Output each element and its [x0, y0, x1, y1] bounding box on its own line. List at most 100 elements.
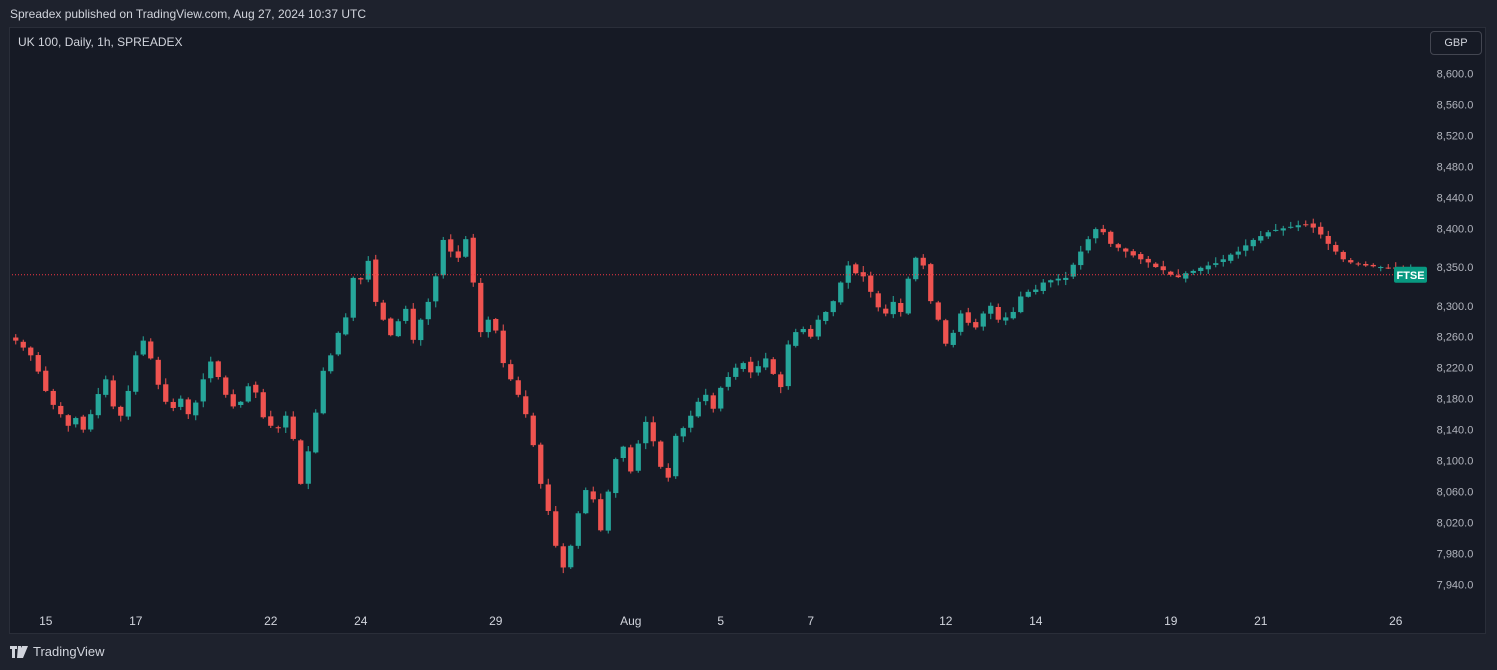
- candle-body: [1265, 232, 1271, 237]
- candle-body: [703, 394, 709, 402]
- candle-body: [920, 257, 926, 266]
- candle-body: [583, 490, 589, 514]
- candle-body: [388, 318, 394, 336]
- candle-body: [1175, 275, 1181, 278]
- time-axis-label: 17: [129, 614, 143, 628]
- candle-body: [613, 459, 619, 494]
- candle-body: [853, 264, 859, 274]
- candle-body: [500, 330, 506, 364]
- price-axis-label: 8,350.0: [1437, 262, 1474, 274]
- candle-body: [223, 377, 229, 395]
- candle-body: [905, 278, 911, 314]
- price-axis-label: 8,020.0: [1437, 518, 1474, 530]
- candle-body: [958, 313, 964, 332]
- candle-body: [725, 377, 731, 387]
- candle-body: [133, 355, 139, 392]
- candle-body: [335, 332, 341, 355]
- candle-body: [1145, 258, 1151, 263]
- candle-body: [680, 428, 686, 437]
- price-axis-label: 8,480.0: [1437, 161, 1474, 173]
- candle-body: [538, 444, 544, 484]
- candle-body: [1228, 254, 1234, 261]
- candle-body: [868, 275, 874, 292]
- candle-body: [988, 305, 994, 314]
- candle-body: [425, 301, 431, 320]
- candle-body: [13, 337, 19, 341]
- candle-body: [688, 415, 694, 428]
- candle-body: [838, 282, 844, 303]
- candle-body: [560, 546, 566, 568]
- candle-body: [605, 491, 611, 531]
- candle-body: [800, 329, 806, 333]
- candle-body: [575, 513, 581, 546]
- candle-body: [50, 390, 56, 405]
- candle-body: [913, 257, 919, 280]
- candle-body: [1003, 317, 1009, 321]
- candle-body: [118, 406, 124, 416]
- candle-body: [1363, 263, 1369, 266]
- candle-body: [590, 491, 596, 500]
- candle-body: [733, 367, 739, 377]
- price-axis-label: 8,260.0: [1437, 332, 1474, 344]
- candle-body: [1295, 225, 1301, 228]
- candle-body: [890, 301, 896, 315]
- price-axis-label: 8,400.0: [1437, 223, 1474, 235]
- candle-body: [455, 251, 461, 258]
- candle-body: [43, 370, 49, 391]
- time-axis-label: 15: [39, 614, 53, 628]
- candle-body: [208, 361, 214, 379]
- candle-body: [883, 308, 889, 314]
- candle-body: [1183, 273, 1189, 279]
- candle-body: [718, 387, 724, 409]
- candle-body: [793, 332, 799, 346]
- time-axis-label: 19: [1164, 614, 1178, 628]
- candle-body: [200, 379, 206, 402]
- candle-body: [140, 340, 146, 355]
- time-axis-label: 29: [489, 614, 503, 628]
- candle-body: [1085, 239, 1091, 251]
- candle-body: [403, 308, 409, 321]
- candle-body: [1160, 266, 1166, 271]
- candle-body: [1033, 289, 1039, 292]
- price-axis-label: 8,220.0: [1437, 363, 1474, 375]
- price-axis-label: 8,180.0: [1437, 394, 1474, 406]
- candle-body: [380, 302, 386, 320]
- candle-body: [1355, 263, 1361, 265]
- candle-body: [935, 302, 941, 320]
- candle-body: [658, 441, 664, 467]
- price-axis-label: 8,520.0: [1437, 130, 1474, 142]
- candle-body: [95, 394, 101, 416]
- candle-body: [1138, 254, 1144, 260]
- candle-body: [650, 422, 656, 442]
- candle-body: [808, 328, 814, 337]
- candle-body: [1093, 229, 1099, 239]
- candle-body: [928, 264, 934, 302]
- candle-body: [20, 341, 26, 348]
- candle-body: [755, 366, 761, 373]
- candle-body: [155, 359, 161, 385]
- candle-body: [275, 427, 281, 429]
- candle-body: [778, 374, 784, 388]
- candle-body: [35, 355, 41, 372]
- candle-body: [973, 322, 979, 328]
- candle-body: [1235, 251, 1241, 255]
- candle-body: [485, 319, 491, 333]
- candle-body: [845, 265, 851, 283]
- candle-body: [350, 277, 356, 318]
- candle-body: [860, 272, 866, 277]
- candle-body: [1048, 280, 1054, 283]
- candle-body: [740, 363, 746, 369]
- candle-body: [980, 313, 986, 327]
- candlestick-plot: 8,600.0 8,560.0 8,520.0 8,480.0 8,440.0 8,400…: [12, 68, 1474, 628]
- time-axis-label: 24: [354, 614, 368, 628]
- candle-body: [73, 418, 79, 425]
- candle-body: [215, 361, 221, 378]
- candle-body: [1055, 278, 1061, 281]
- footer-brand: TradingView: [33, 644, 105, 659]
- candle-body: [943, 320, 949, 344]
- candle-body: [1205, 265, 1211, 270]
- candle-body: [508, 364, 514, 380]
- candle-body: [1378, 267, 1384, 269]
- candle-body: [185, 399, 191, 415]
- last-price-badge-label: FTSE: [1396, 270, 1424, 282]
